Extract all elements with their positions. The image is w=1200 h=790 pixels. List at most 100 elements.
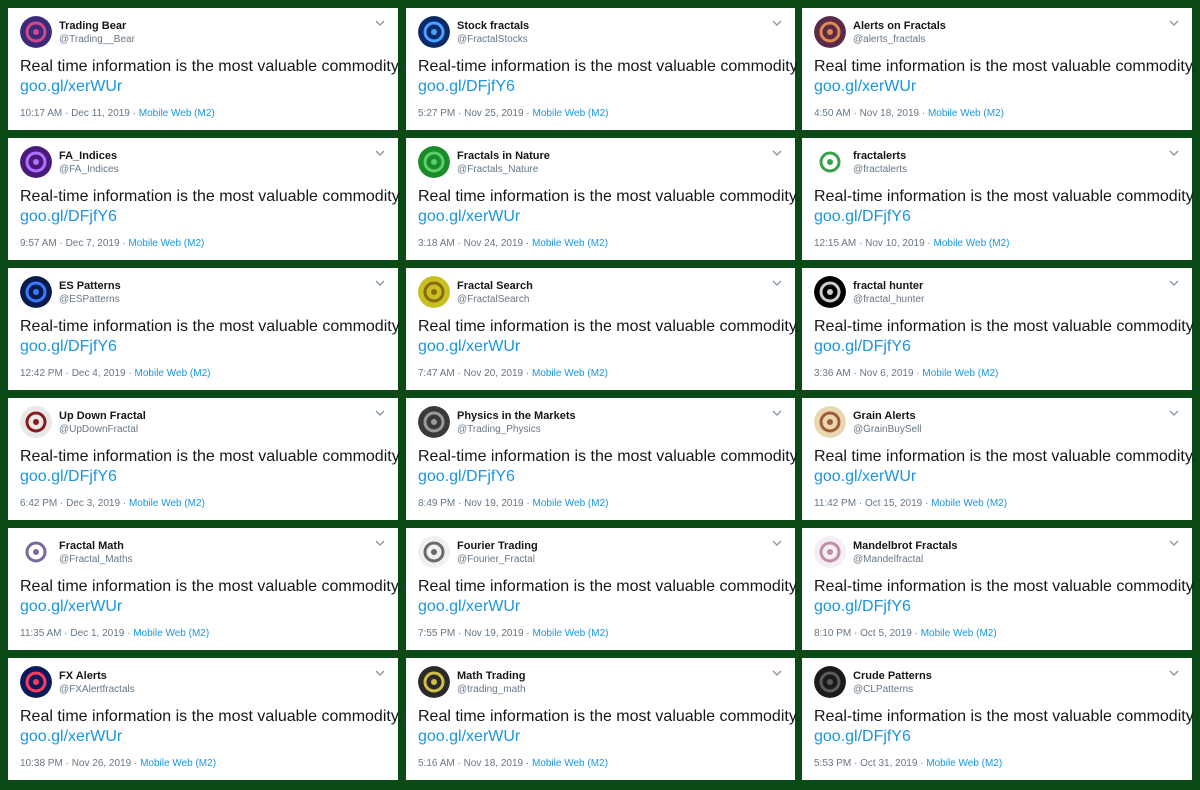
tweet-card[interactable]: Up Down Fractal @UpDownFractal Real-time i… [8,398,400,520]
user-handle[interactable]: @Fractal_Maths [59,554,133,565]
user-handle[interactable]: @Mandelfractal [853,554,923,565]
tweet-link[interactable]: goo.gl/DFjfY6 [418,78,515,96]
tweet-link[interactable]: goo.gl/xerWUr [418,338,520,356]
timestamp[interactable]: 5:16 AM · Nov 18, 2019 [418,758,523,769]
user-handle[interactable]: @alerts_fractals [853,34,925,45]
chevron-down-icon[interactable] [770,538,784,548]
tweet-card[interactable]: Mandelbrot Fractals @Mandelfractal Real-ti… [802,528,1194,650]
chevron-down-icon[interactable] [1167,668,1181,678]
timestamp[interactable]: 5:53 PM · Oct 31, 2019 [814,758,917,769]
avatar[interactable] [814,276,846,308]
timestamp[interactable]: 9:57 AM · Dec 7, 2019 [20,238,120,249]
avatar[interactable] [814,666,846,698]
chevron-down-icon[interactable] [770,408,784,418]
avatar[interactable] [20,536,52,568]
user-handle[interactable]: @ESPatterns [59,294,120,305]
tweet-source[interactable]: Mobile Web (M2) [533,108,609,119]
timestamp[interactable]: 6:42 PM · Dec 3, 2019 [20,498,120,509]
display-name[interactable]: Trading Bear [59,20,126,32]
avatar[interactable] [814,16,846,48]
tweet-link[interactable]: goo.gl/DFjfY6 [20,338,117,356]
tweet-link[interactable]: goo.gl/DFjfY6 [814,598,911,616]
display-name[interactable]: FA_Indices [59,150,117,162]
tweet-source[interactable]: Mobile Web (M2) [139,108,215,119]
chevron-down-icon[interactable] [373,538,387,548]
tweet-card[interactable]: fractal hunter @fractal_hunter Real-time i… [802,268,1194,390]
chevron-down-icon[interactable] [1167,148,1181,158]
display-name[interactable]: Mandelbrot Fractals [853,540,958,552]
tweet-card[interactable]: Fractal Search @FractalSearch Real time in… [406,268,800,390]
display-name[interactable]: Fourier Trading [457,540,538,552]
avatar[interactable] [20,16,52,48]
tweet-card[interactable]: Fractals in Nature @Fractals_Nature Real t… [406,138,800,260]
user-handle[interactable]: @Trading__Bear [59,34,135,45]
timestamp[interactable]: 11:35 AM · Dec 1, 2019 [20,628,124,639]
chevron-down-icon[interactable] [770,148,784,158]
timestamp[interactable]: 10:17 AM · Dec 11, 2019 [20,108,130,119]
user-handle[interactable]: @FA_Indices [59,164,119,175]
user-handle[interactable]: @fractal_hunter [853,294,924,305]
tweet-link[interactable]: goo.gl/DFjfY6 [20,208,117,226]
display-name[interactable]: Alerts on Fractals [853,20,946,32]
tweet-source[interactable]: Mobile Web (M2) [922,368,998,379]
tweet-link[interactable]: goo.gl/xerWUr [20,78,122,96]
user-handle[interactable]: @GrainBuySell [853,424,922,435]
tweet-source[interactable]: Mobile Web (M2) [928,108,1004,119]
avatar[interactable] [20,406,52,438]
timestamp[interactable]: 3:36 AM · Nov 6, 2019 [814,368,914,379]
tweet-link[interactable]: goo.gl/xerWUr [20,598,122,616]
tweet-source[interactable]: Mobile Web (M2) [533,498,609,509]
timestamp[interactable]: 7:55 PM · Nov 19, 2019 [418,628,524,639]
timestamp[interactable]: 7:47 AM · Nov 20, 2019 [418,368,523,379]
tweet-card[interactable]: Stock fractals @FractalStocks Real-time in… [406,8,798,130]
tweet-link[interactable]: goo.gl/xerWUr [418,208,520,226]
avatar[interactable] [418,276,450,308]
user-handle[interactable]: @Fourier_Fractal [457,554,535,565]
avatar[interactable] [418,536,450,568]
tweet-card[interactable]: FA_Indices @FA_Indices Real-time informati… [8,138,400,260]
tweet-source[interactable]: Mobile Web (M2) [135,368,211,379]
tweet-source[interactable]: Mobile Web (M2) [532,238,608,249]
tweet-link[interactable]: goo.gl/xerWUr [418,728,520,746]
chevron-down-icon[interactable] [1167,278,1181,288]
tweet-source[interactable]: Mobile Web (M2) [921,628,997,639]
timestamp[interactable]: 11:42 PM · Oct 15, 2019 [814,498,922,509]
tweet-link[interactable]: goo.gl/DFjfY6 [814,728,911,746]
timestamp[interactable]: 8:10 PM · Oct 5, 2019 [814,628,912,639]
chevron-down-icon[interactable] [1167,408,1181,418]
user-handle[interactable]: @FractalSearch [457,294,529,305]
timestamp[interactable]: 5:27 PM · Nov 25, 2019 [418,108,524,119]
timestamp[interactable]: 4:50 AM · Nov 18, 2019 [814,108,919,119]
tweet-source[interactable]: Mobile Web (M2) [934,238,1010,249]
avatar[interactable] [418,406,450,438]
avatar[interactable] [20,276,52,308]
display-name[interactable]: Fractals in Nature [457,150,550,162]
tweet-card[interactable]: Physics in the Markets @Trading_Physics Re… [406,398,798,520]
user-handle[interactable]: @Fractals_Nature [457,164,538,175]
user-handle[interactable]: @CLPatterns [853,684,913,695]
display-name[interactable]: fractalerts [853,150,906,162]
tweet-source[interactable]: Mobile Web (M2) [532,368,608,379]
tweet-source[interactable]: Mobile Web (M2) [533,628,609,639]
display-name[interactable]: Crude Patterns [853,670,932,682]
chevron-down-icon[interactable] [373,668,387,678]
display-name[interactable]: Physics in the Markets [457,410,576,422]
user-handle[interactable]: @trading_math [457,684,526,695]
avatar[interactable] [418,666,450,698]
user-handle[interactable]: @fractalerts [853,164,907,175]
tweet-card[interactable]: Crude Patterns @CLPatterns Real-time infor… [802,658,1194,780]
display-name[interactable]: fractal hunter [853,280,923,292]
chevron-down-icon[interactable] [373,408,387,418]
avatar[interactable] [418,146,450,178]
tweet-card[interactable]: Math Trading @trading_math Real time infor… [406,658,800,780]
tweet-source[interactable]: Mobile Web (M2) [133,628,209,639]
chevron-down-icon[interactable] [373,18,387,28]
display-name[interactable]: Grain Alerts [853,410,916,422]
tweet-card[interactable]: Fractal Math @Fractal_Maths Real time info… [8,528,402,650]
tweet-source[interactable]: Mobile Web (M2) [140,758,216,769]
user-handle[interactable]: @FXAlertfractals [59,684,135,695]
tweet-card[interactable]: Fourier Trading @Fourier_Fractal Real time… [406,528,800,650]
tweet-card[interactable]: fractalerts @fractalerts Real-time informa… [802,138,1194,260]
tweet-link[interactable]: goo.gl/xerWUr [814,468,916,486]
tweet-source[interactable]: Mobile Web (M2) [129,498,205,509]
